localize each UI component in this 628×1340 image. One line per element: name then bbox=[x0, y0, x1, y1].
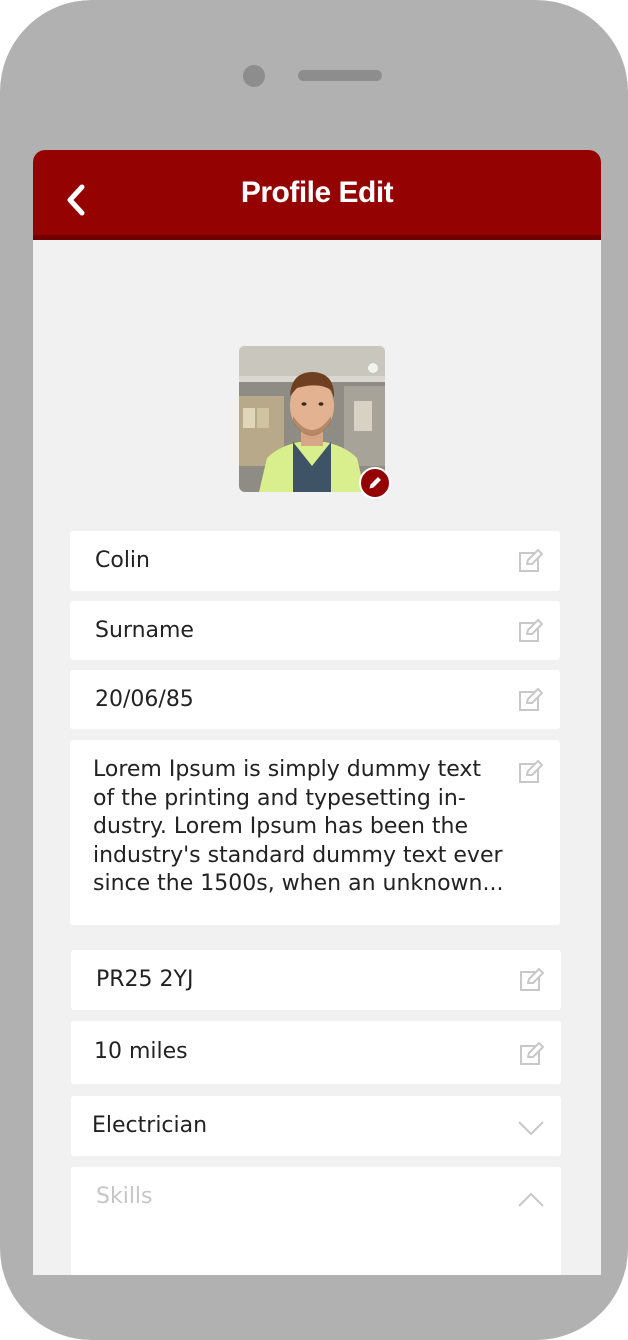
surname-value: Surname bbox=[95, 618, 194, 643]
bio-value: Lorem Ipsum is simply dummy text of the … bbox=[93, 757, 504, 896]
trade-dropdown[interactable]: Electrician bbox=[71, 1096, 561, 1156]
surname-field[interactable]: Surname bbox=[70, 601, 560, 660]
chevron-down-icon bbox=[518, 1121, 544, 1136]
camera-dot bbox=[243, 65, 265, 87]
first-name-field[interactable]: Colin bbox=[70, 531, 560, 591]
date-of-birth-value: 20/06/85 bbox=[95, 687, 194, 712]
edit-icon[interactable] bbox=[519, 967, 545, 993]
edit-icon[interactable] bbox=[518, 548, 544, 574]
app-header: Profile Edit bbox=[33, 150, 601, 240]
edit-icon[interactable] bbox=[519, 1041, 545, 1067]
edit-icon[interactable] bbox=[518, 618, 544, 644]
date-of-birth-field[interactable]: 20/06/85 bbox=[70, 670, 560, 729]
chevron-up-icon bbox=[518, 1192, 544, 1207]
edit-icon[interactable] bbox=[518, 687, 544, 713]
pencil-icon bbox=[369, 477, 381, 489]
edit-icon[interactable] bbox=[518, 759, 544, 785]
postcode-field[interactable]: PR25 2YJ bbox=[71, 950, 561, 1010]
travel-distance-value: 10 miles bbox=[94, 1039, 188, 1064]
first-name-value: Colin bbox=[95, 548, 150, 573]
app-screen: Profile Edit Colin Surname 20/06/85 Lore… bbox=[33, 150, 601, 1275]
profile-photo-area bbox=[239, 346, 391, 499]
travel-distance-field[interactable]: 10 miles bbox=[71, 1021, 561, 1084]
page-title: Profile Edit bbox=[240, 176, 394, 209]
postcode-value: PR25 2YJ bbox=[96, 967, 194, 992]
speaker-grille bbox=[298, 70, 382, 81]
device-frame: Profile Edit Colin Surname 20/06/85 Lore… bbox=[0, 0, 628, 1340]
skills-placeholder: Skills bbox=[96, 1184, 153, 1209]
trade-value: Electrician bbox=[92, 1113, 208, 1138]
skills-dropdown[interactable]: Skills bbox=[71, 1167, 561, 1275]
bio-field[interactable]: Lorem Ipsum is simply dummy text of the … bbox=[70, 740, 560, 925]
edit-photo-button[interactable] bbox=[359, 467, 391, 499]
